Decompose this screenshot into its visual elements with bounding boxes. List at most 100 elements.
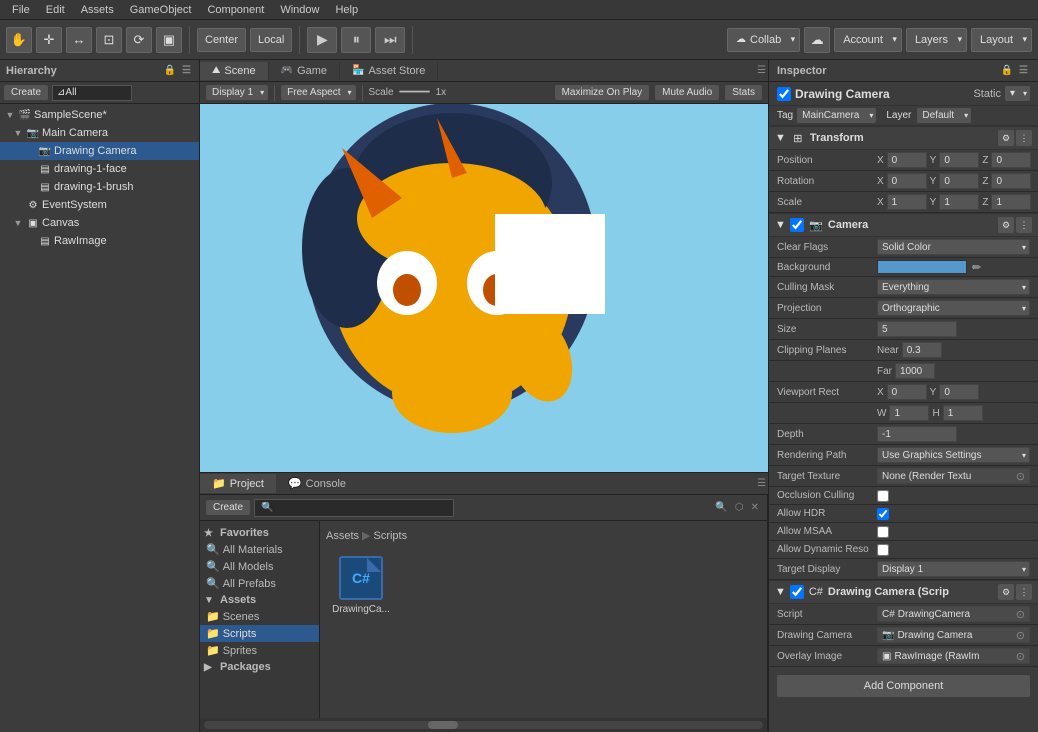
center-button[interactable]: Center bbox=[197, 28, 246, 52]
viewport-y[interactable] bbox=[939, 384, 979, 400]
position-z[interactable] bbox=[991, 152, 1031, 168]
allow-hdr-checkbox[interactable] bbox=[877, 508, 889, 520]
project-create-btn[interactable]: Create bbox=[206, 500, 250, 515]
packages-header[interactable]: ▶ Packages bbox=[200, 659, 319, 675]
tab-assetstore[interactable]: 🏪 Asset Store bbox=[340, 62, 438, 80]
scrollbar-thumb[interactable] bbox=[428, 721, 458, 729]
project-all-models[interactable]: 🔍 All Models bbox=[200, 558, 319, 575]
clipping-near-input[interactable] bbox=[902, 342, 942, 358]
project-scripts[interactable]: 📁 Scripts bbox=[200, 625, 319, 642]
camera-settings-icon[interactable]: ⚙ bbox=[998, 217, 1014, 233]
layers-dropdown[interactable]: Layers bbox=[906, 28, 967, 52]
culling-mask-dropdown[interactable]: Everything bbox=[877, 279, 1030, 295]
maximize-btn[interactable]: Maximize On Play bbox=[555, 85, 650, 100]
tree-item-maincamera[interactable]: ▼ 📷 Main Camera bbox=[0, 124, 199, 142]
display-dropdown[interactable]: Display 1 bbox=[206, 85, 268, 100]
scale-z[interactable] bbox=[991, 194, 1031, 210]
menu-gameobject[interactable]: GameObject bbox=[122, 2, 200, 18]
scale-x[interactable] bbox=[887, 194, 927, 210]
tab-scene[interactable]: ⛰ Scene bbox=[200, 62, 269, 80]
tool-rotate[interactable]: ↔ bbox=[66, 27, 92, 53]
target-texture-select-icon[interactable]: ⊙ bbox=[1016, 470, 1025, 483]
breadcrumb-scripts[interactable]: Scripts bbox=[373, 530, 407, 542]
tree-item-rawimage[interactable]: ▤ RawImage bbox=[0, 232, 199, 250]
position-x[interactable] bbox=[887, 152, 927, 168]
menu-help[interactable]: Help bbox=[327, 2, 366, 18]
hierarchy-create-btn[interactable]: Create bbox=[4, 85, 48, 100]
tree-item-drawing1face[interactable]: ▤ drawing-1-face bbox=[0, 160, 199, 178]
tree-item-canvas[interactable]: ▼ ▣ Canvas bbox=[0, 214, 199, 232]
depth-input[interactable] bbox=[877, 426, 957, 442]
tree-item-samplescene[interactable]: ▼ 🎬 SampleScene* bbox=[0, 106, 199, 124]
filter-icon[interactable]: ⬡ bbox=[733, 501, 746, 514]
overlay-image-select-icon[interactable]: ⊙ bbox=[1016, 650, 1025, 663]
add-component-button[interactable]: Add Component bbox=[777, 675, 1030, 697]
stats-btn[interactable]: Stats bbox=[725, 85, 762, 100]
tree-item-drawingcamera[interactable]: 📷 Drawing Camera bbox=[0, 142, 199, 160]
occlusion-culling-checkbox[interactable] bbox=[877, 490, 889, 502]
tool-scale[interactable]: ⊡ bbox=[96, 27, 122, 53]
hierarchy-search-input[interactable] bbox=[52, 85, 132, 101]
viewport-x[interactable] bbox=[887, 384, 927, 400]
play-button[interactable]: ▶ bbox=[307, 27, 337, 53]
aspect-dropdown[interactable]: Free Aspect bbox=[281, 85, 355, 100]
script-enabled-checkbox[interactable] bbox=[790, 585, 804, 599]
project-search-input[interactable] bbox=[254, 499, 454, 517]
tag-dropdown[interactable]: MainCamera bbox=[797, 108, 876, 123]
inspector-lock-icon[interactable]: 🔒 bbox=[999, 64, 1015, 77]
pause-button[interactable]: ⏸ bbox=[341, 27, 371, 53]
project-scenes[interactable]: 📁 Scenes bbox=[200, 608, 319, 625]
color-edit-icon[interactable]: ✏ bbox=[972, 261, 981, 274]
menu-edit[interactable]: Edit bbox=[38, 2, 73, 18]
tab-project[interactable]: 📁 Project bbox=[200, 474, 276, 493]
cloud-button[interactable]: ☁ bbox=[804, 27, 830, 53]
drawing-camera-script-header[interactable]: ▼ C# Drawing Camera (Scrip ⚙ ⋮ bbox=[769, 580, 1038, 604]
breadcrumb-assets[interactable]: Assets bbox=[326, 530, 359, 542]
static-dropdown[interactable]: ▾ bbox=[1005, 86, 1030, 101]
collab-dropdown[interactable]: ☁ Collab bbox=[727, 28, 800, 52]
menu-component[interactable]: Component bbox=[199, 2, 272, 18]
hierarchy-lock-icon[interactable]: 🔒 bbox=[162, 64, 178, 77]
tree-item-eventsystem[interactable]: ⚙ EventSystem bbox=[0, 196, 199, 214]
scale-y[interactable] bbox=[939, 194, 979, 210]
rotation-x[interactable] bbox=[887, 173, 927, 189]
assets-header[interactable]: ▼ Assets bbox=[200, 592, 319, 608]
tool-transform[interactable]: ▣ bbox=[156, 27, 182, 53]
menu-window[interactable]: Window bbox=[272, 2, 327, 18]
position-y[interactable] bbox=[939, 152, 979, 168]
bottom-menu-icon[interactable]: ☰ bbox=[755, 477, 768, 490]
file-item-drawingca[interactable]: C# DrawingCa... bbox=[326, 550, 396, 619]
tool-hand[interactable]: ✋ bbox=[6, 27, 32, 53]
transform-more-icon[interactable]: ⋮ bbox=[1016, 130, 1032, 146]
tab-console[interactable]: 💬 Console bbox=[276, 474, 358, 493]
project-sprites[interactable]: 📁 Sprites bbox=[200, 642, 319, 659]
inspector-menu-icon[interactable]: ☰ bbox=[1017, 64, 1030, 77]
step-button[interactable]: ⏭ bbox=[375, 27, 405, 53]
object-active-checkbox[interactable] bbox=[777, 87, 791, 101]
viewport-w[interactable] bbox=[889, 405, 929, 421]
script-more-icon[interactable]: ⋮ bbox=[1016, 584, 1032, 600]
menu-assets[interactable]: Assets bbox=[73, 2, 122, 18]
camera-more-icon[interactable]: ⋮ bbox=[1016, 217, 1032, 233]
layout-dropdown[interactable]: Layout bbox=[971, 28, 1032, 52]
tab-game[interactable]: 🎮 Game bbox=[269, 62, 340, 80]
menu-file[interactable]: File bbox=[4, 2, 38, 18]
camera-enabled-checkbox[interactable] bbox=[790, 218, 804, 232]
size-input[interactable] bbox=[877, 321, 957, 337]
scene-viewport[interactable] bbox=[200, 104, 768, 472]
mute-btn[interactable]: Mute Audio bbox=[655, 85, 719, 100]
script-select-icon[interactable]: ⊙ bbox=[1016, 608, 1025, 621]
projection-dropdown[interactable]: Orthographic bbox=[877, 300, 1030, 316]
transform-header[interactable]: ▼ ⊞ Transform ⚙ ⋮ bbox=[769, 126, 1038, 150]
target-display-dropdown[interactable]: Display 1 bbox=[877, 561, 1030, 577]
tool-move[interactable]: ✛ bbox=[36, 27, 62, 53]
tree-item-drawing1brush[interactable]: ▤ drawing-1-brush bbox=[0, 178, 199, 196]
search-icon[interactable]: 🔍 bbox=[713, 501, 729, 514]
rotation-y[interactable] bbox=[939, 173, 979, 189]
favorites-header[interactable]: ★ Favorites bbox=[200, 525, 319, 541]
rotation-z[interactable] bbox=[991, 173, 1031, 189]
viewport-h[interactable] bbox=[943, 405, 983, 421]
transform-settings-icon[interactable]: ⚙ bbox=[998, 130, 1014, 146]
tool-rect[interactable]: ⟳ bbox=[126, 27, 152, 53]
close-panel-icon[interactable]: ✕ bbox=[749, 501, 761, 514]
